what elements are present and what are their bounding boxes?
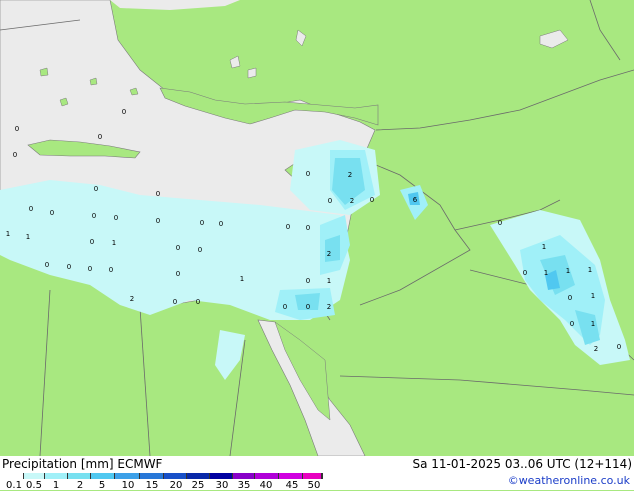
precip-value-label: 0 bbox=[306, 170, 310, 178]
legend-swatch bbox=[24, 473, 45, 479]
precip-value-label: 0 bbox=[94, 185, 98, 193]
precip-value-label: 1 bbox=[542, 243, 546, 251]
precip-value-label: 0 bbox=[196, 298, 200, 306]
precip-value-label: 2 bbox=[350, 197, 354, 205]
legend-tick-label: 20 bbox=[169, 480, 183, 491]
legend-tick-label: 25 bbox=[191, 480, 205, 491]
legend-tick-label: 5 bbox=[98, 480, 106, 491]
precip-value-label: 1 bbox=[327, 277, 331, 285]
legend-tick-label: 0.1 bbox=[6, 480, 22, 491]
legend-swatch bbox=[279, 473, 303, 479]
precip-value-label: 0 bbox=[283, 303, 287, 311]
precip-value-label: 0 bbox=[90, 238, 94, 246]
precip-value-label: 2 bbox=[594, 345, 598, 353]
precip-value-label: 0 bbox=[29, 205, 33, 213]
precip-value-label: 0 bbox=[286, 223, 290, 231]
map-footer: Precipitation [mm] ECMWF Sa 11-01-2025 0… bbox=[0, 456, 634, 491]
precip-value-label: 0 bbox=[156, 217, 160, 225]
forecast-timestamp: Sa 11-01-2025 03..06 UTC (12+114) bbox=[412, 457, 632, 471]
precip-value-label: 0 bbox=[114, 214, 118, 222]
precip-value-label: 1 bbox=[566, 267, 570, 275]
legend-tick-label: 35 bbox=[237, 480, 251, 491]
precip-value-label: 0 bbox=[176, 244, 180, 252]
precip-value-label: 1 bbox=[591, 292, 595, 300]
precip-value-label: 0 bbox=[156, 190, 160, 198]
precip-value-label: 1 bbox=[544, 269, 548, 277]
precipitation-map: 0 0 0 0 0 0 0 0 0 0 0 0 0 1 1 0 1 0 0 0 0 0 0 0 1 2 0 0 0 2 0 2 0 6 0 0 2 0 1 0… bbox=[0, 0, 634, 456]
precip-value-label: 0 bbox=[109, 266, 113, 274]
precip-value-label: 2 bbox=[130, 295, 134, 303]
legend-swatch bbox=[115, 473, 140, 479]
legend-tick-label: 40 bbox=[259, 480, 273, 491]
map-title: Precipitation [mm] ECMWF bbox=[2, 457, 163, 471]
precip-value-label: 0 bbox=[173, 298, 177, 306]
precip-value-label: 0 bbox=[570, 320, 574, 328]
precip-value-label: 0 bbox=[328, 197, 332, 205]
legend-tick-label: 10 bbox=[121, 480, 135, 491]
precip-value-label: 0 bbox=[13, 151, 17, 159]
legend-tick-label: 45 bbox=[285, 480, 299, 491]
precip-value-label: 0 bbox=[568, 294, 572, 302]
legend-tick-label: 15 bbox=[145, 480, 159, 491]
precip-value-label: 0 bbox=[523, 269, 527, 277]
legend-swatch bbox=[164, 473, 187, 479]
precip-value-label: 0 bbox=[498, 219, 502, 227]
legend-tick-label: 2 bbox=[76, 480, 84, 491]
precip-value-label: 1 bbox=[591, 320, 595, 328]
precip-value-label: 1 bbox=[112, 239, 116, 247]
legend-swatch bbox=[91, 473, 115, 479]
precip-value-label: 0 bbox=[88, 265, 92, 273]
precip-value-label: 0 bbox=[15, 125, 19, 133]
precip-value-label: 6 bbox=[413, 196, 418, 204]
legend-tick-label: 1 bbox=[52, 480, 60, 491]
precip-value-label: 0 bbox=[176, 270, 180, 278]
precip-value-label: 0 bbox=[306, 303, 310, 311]
precip-value-label: 0 bbox=[198, 246, 202, 254]
precip-value-label: 1 bbox=[240, 275, 244, 283]
legend-swatch bbox=[187, 473, 210, 479]
legend-swatch bbox=[233, 473, 255, 479]
precip-value-label: 1 bbox=[588, 266, 592, 274]
precip-value-label: 2 bbox=[348, 171, 352, 179]
legend-swatch bbox=[255, 473, 279, 479]
precip-value-label: 0 bbox=[219, 220, 223, 228]
precip-value-label: 0 bbox=[370, 196, 374, 204]
precip-value-label: 0 bbox=[122, 108, 126, 116]
legend-swatch bbox=[303, 473, 322, 479]
precip-value-label: 0 bbox=[50, 209, 54, 217]
legend-swatch bbox=[210, 473, 233, 479]
legend-swatch bbox=[140, 473, 164, 479]
precip-value-label: 0 bbox=[306, 277, 310, 285]
legend-swatch bbox=[45, 473, 68, 479]
precip-value-label: 0 bbox=[617, 343, 621, 351]
precip-value-label: 0 bbox=[45, 261, 49, 269]
legend-swatch bbox=[4, 473, 24, 479]
legend-tick-label: 30 bbox=[215, 480, 229, 491]
legend-tick-label: 50 bbox=[307, 480, 321, 491]
precip-value-label: 0 bbox=[98, 133, 102, 141]
precip-value-label: 1 bbox=[26, 233, 30, 241]
precip-value-label: 0 bbox=[92, 212, 96, 220]
precip-value-label: 2 bbox=[327, 250, 331, 258]
credit-link[interactable]: ©weatheronline.co.uk bbox=[508, 474, 630, 487]
legend-swatch bbox=[322, 473, 323, 479]
precip-value-label: 0 bbox=[306, 224, 310, 232]
legend-tick-label: 0.5 bbox=[26, 480, 42, 491]
precip-value-label: 0 bbox=[200, 219, 204, 227]
precip-value-label: 1 bbox=[6, 230, 10, 238]
legend-swatch bbox=[68, 473, 91, 479]
precip-value-label: 0 bbox=[67, 263, 71, 271]
precip-value-label: 2 bbox=[327, 303, 331, 311]
